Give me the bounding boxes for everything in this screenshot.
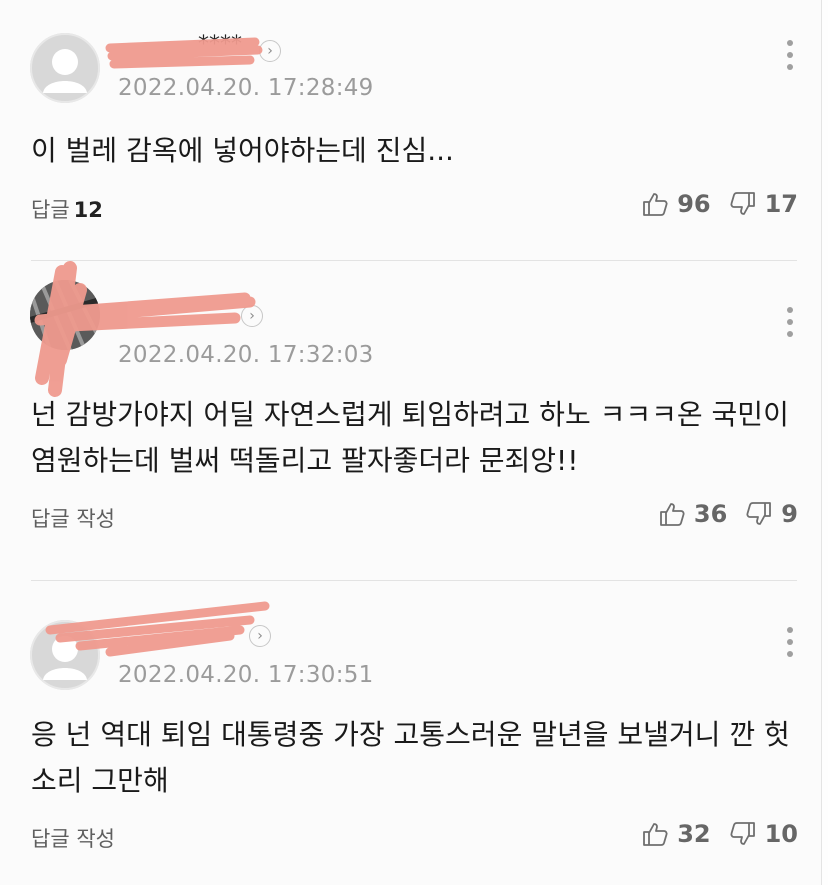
vote-bar: 96 17 <box>641 190 798 218</box>
thumbs-up-icon <box>659 503 685 526</box>
thumbs-up-icon <box>643 823 668 846</box>
thumbs-up-icon <box>643 193 668 216</box>
reply-count: 12 <box>73 198 103 222</box>
default-avatar-icon[interactable] <box>30 620 100 690</box>
reply-button[interactable]: 답글 작성 <box>31 823 115 853</box>
scroll-edge <box>821 0 828 885</box>
like-count: 32 <box>677 820 711 848</box>
dislike-count: 17 <box>764 190 798 218</box>
like-count: 96 <box>677 190 711 218</box>
reply-label: 답글 작성 <box>31 507 115 531</box>
comment-text: 넌 감방가야지 어딜 자연스럽게 퇴임하려고 하노 ㅋㅋㅋ온 국민이 염원하는데… <box>31 398 789 477</box>
chevron-right-icon[interactable]: › <box>241 305 263 327</box>
more-vertical-icon[interactable] <box>786 40 794 76</box>
dislike-count: 9 <box>781 500 798 528</box>
comment-text: 이 벌레 감옥에 넣어야하는데 진심... <box>31 134 454 167</box>
thumbs-down-icon <box>730 192 755 215</box>
thumbs-down-icon <box>730 822 755 845</box>
like-button[interactable]: 32 <box>641 820 711 848</box>
dislike-button[interactable]: 9 <box>745 500 798 528</box>
comment-timestamp: 2022.04.20. 17:30:51 <box>118 662 374 688</box>
comment-timestamp: 2022.04.20. 17:28:49 <box>118 75 374 101</box>
comment-divider <box>31 580 797 581</box>
comment-timestamp: 2022.04.20. 17:32:03 <box>118 342 374 368</box>
reply-label: 답글 <box>31 198 70 222</box>
chevron-right-icon[interactable]: › <box>249 625 271 647</box>
vote-bar: 36 9 <box>658 500 798 528</box>
default-avatar-icon[interactable] <box>30 33 100 103</box>
dislike-button[interactable]: 17 <box>729 190 798 218</box>
like-button[interactable]: 96 <box>641 190 711 218</box>
dislike-button[interactable]: 10 <box>729 820 798 848</box>
vote-bar: 32 10 <box>641 820 798 848</box>
comment-username[interactable]: **** <box>198 32 242 57</box>
like-count: 36 <box>693 500 728 528</box>
thumbs-down-icon <box>746 502 772 525</box>
comment-text: 응 넌 역대 퇴임 대통령중 가장 고통스러운 말년을 보낼거니 깐 헛소리 그… <box>31 718 790 797</box>
like-button[interactable]: 36 <box>658 500 727 528</box>
more-vertical-icon[interactable] <box>786 307 794 343</box>
more-vertical-icon[interactable] <box>786 627 794 663</box>
reply-button[interactable]: 답글 작성 <box>31 503 115 533</box>
chevron-right-icon[interactable]: › <box>259 40 281 62</box>
reply-label: 답글 작성 <box>31 827 115 851</box>
comment-divider <box>31 260 797 261</box>
profile-photo[interactable] <box>30 280 100 350</box>
dislike-count: 10 <box>764 820 798 848</box>
reply-button[interactable]: 답글 12 <box>31 194 103 224</box>
